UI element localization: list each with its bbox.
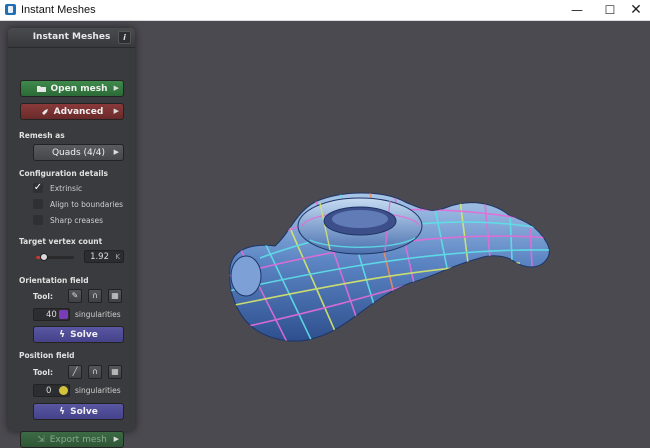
sharp-creases-checkbox[interactable] xyxy=(33,215,43,225)
target-vertex-label: Target vertex count xyxy=(19,237,103,246)
slider-knob[interactable] xyxy=(39,253,48,261)
extrinsic-checkbox[interactable]: ✓ xyxy=(33,183,43,193)
lightning-icon: ϟ xyxy=(59,329,66,340)
advanced-button[interactable]: Advanced ▶ xyxy=(20,103,124,120)
brush-icon[interactable]: ╱ xyxy=(68,365,82,379)
position-singularity-color xyxy=(59,386,68,395)
chevron-right-icon: ▶ xyxy=(113,84,119,92)
grid-tool-icon[interactable]: ▦ xyxy=(108,289,122,303)
folder-icon xyxy=(36,86,46,92)
orientation-solve-button[interactable]: ϟ Solve xyxy=(33,326,124,343)
grid-tool-icon[interactable]: ▦ xyxy=(108,365,122,379)
target-vertex-value: 1.92 xyxy=(90,252,109,262)
control-panel: Instant Meshes i Open mesh ▶ Advanced ▶ … xyxy=(8,28,135,448)
position-tool-label: Tool: xyxy=(33,368,53,377)
align-boundaries-label: Align to boundaries xyxy=(50,200,124,209)
minimize-button[interactable]: — xyxy=(560,0,594,20)
mesh-outlet xyxy=(230,255,262,297)
position-solve-button[interactable]: ϟ Solve xyxy=(33,403,124,420)
position-solve-label: Solve xyxy=(70,406,98,417)
remesh-as-dropdown[interactable]: Quads (4/4) ▶ xyxy=(33,144,124,161)
close-button[interactable]: ✕ xyxy=(619,0,650,20)
lightning-icon: ϟ xyxy=(59,406,66,417)
align-boundaries-checkbox[interactable] xyxy=(33,199,43,209)
orientation-singularity-color xyxy=(59,310,68,319)
configuration-label: Configuration details xyxy=(19,169,108,178)
app-icon xyxy=(5,4,16,15)
remesh-as-label: Remesh as xyxy=(19,131,65,140)
position-field-label: Position field xyxy=(19,351,75,360)
position-singularities-label: singularities xyxy=(75,386,121,395)
window-title: Instant Meshes xyxy=(21,4,96,16)
chevron-right-icon: ▶ xyxy=(113,435,119,443)
chevron-right-icon: ▶ xyxy=(113,107,119,115)
attractor-icon[interactable]: ∩ xyxy=(88,289,102,303)
title-bar: Instant Meshes — ☐ ✕ xyxy=(0,0,650,21)
target-vertex-unit: K xyxy=(115,253,120,261)
open-mesh-button[interactable]: Open mesh ▶ xyxy=(20,80,124,97)
sharp-creases-label: Sharp creases xyxy=(50,216,104,225)
mesh-render[interactable] xyxy=(220,188,560,358)
orientation-tool-label: Tool: xyxy=(33,292,53,301)
panel-title: Instant Meshes xyxy=(32,32,111,42)
rocket-icon xyxy=(41,108,48,115)
extrinsic-label: Extrinsic xyxy=(50,184,83,193)
comb-icon[interactable]: ✎ xyxy=(68,289,82,303)
remesh-as-value: Quads (4/4) xyxy=(51,147,106,158)
chevron-right-icon: ▶ xyxy=(113,148,119,156)
orientation-solve-label: Solve xyxy=(70,329,98,340)
panel-header: Instant Meshes i xyxy=(8,28,135,48)
attractor-icon[interactable]: ∩ xyxy=(88,365,102,379)
advanced-label: Advanced xyxy=(53,106,104,117)
target-vertex-field[interactable]: 1.92 K xyxy=(84,250,124,263)
info-icon[interactable]: i xyxy=(118,31,131,44)
orientation-field-label: Orientation field xyxy=(19,276,89,285)
orientation-singularities-label: singularities xyxy=(75,310,121,319)
open-mesh-label: Open mesh xyxy=(50,83,108,94)
